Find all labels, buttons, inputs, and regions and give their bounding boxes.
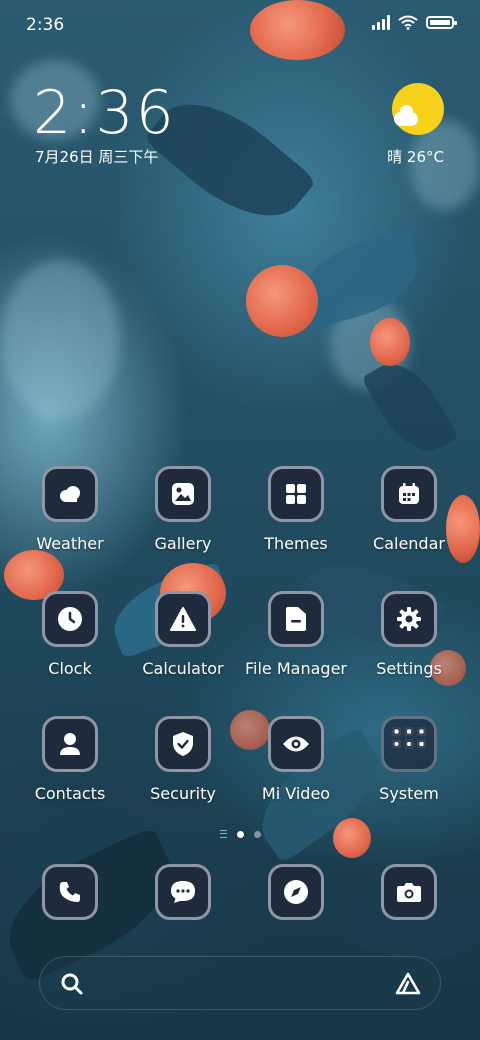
app-label: Calendar [373,534,445,553]
signal-icon [372,15,390,30]
dock-messages[interactable] [127,864,239,920]
status-time: 2:36 [26,15,65,35]
app-label: Gallery [154,534,212,553]
gallery-icon [155,466,211,522]
weather-icon [42,466,98,522]
page-dot[interactable] [253,830,261,838]
search-icon[interactable] [60,972,84,996]
assistant-icon[interactable] [394,971,422,997]
themes-icon [268,466,324,522]
app-clock[interactable]: Clock [14,591,126,678]
app-mi-video[interactable]: Mi Video [240,716,352,803]
app-settings[interactable]: Settings [353,591,465,678]
app-calendar[interactable]: Calendar [353,466,465,553]
clock-time[interactable]: 2:36 [33,78,176,148]
app-label: Security [150,784,216,803]
dock-phone[interactable] [14,864,126,920]
gear-icon [381,591,437,647]
dock-camera[interactable] [353,864,465,920]
eye-icon [268,716,324,772]
app-gallery[interactable]: Gallery [127,466,239,553]
person-icon [42,716,98,772]
page-indicator-feed[interactable] [219,830,227,838]
app-label: Clock [48,659,92,678]
dock-browser[interactable] [240,864,352,920]
app-label: File Manager [245,659,347,678]
app-label: Themes [264,534,328,553]
app-weather[interactable]: Weather [14,466,126,553]
app-file-manager[interactable]: File Manager [240,591,352,678]
app-label: Weather [36,534,104,553]
wifi-icon [398,15,418,30]
folder-grid-icon [381,716,437,772]
compass-icon [268,864,324,920]
cloud-icon [394,105,418,126]
weather-text: 晴 26°C [387,148,444,166]
app-label: Calculator [142,659,224,678]
status-icons [372,15,457,30]
app-label: Settings [376,659,442,678]
app-calculator[interactable]: Calculator [127,591,239,678]
app-label: Mi Video [261,784,331,803]
app-contacts[interactable]: Contacts [14,716,126,803]
page-indicator[interactable] [0,830,480,838]
shield-icon [155,716,211,772]
app-label: System [379,784,439,803]
message-icon [155,864,211,920]
folder-icon [268,591,324,647]
phone-icon [42,864,98,920]
search-bar[interactable] [39,956,441,1010]
app-themes[interactable]: Themes [240,466,352,553]
page-dot-active[interactable] [236,830,244,838]
status-bar: 2:36 [0,0,480,50]
clock-date: 7月26日 周三下午 [35,148,159,166]
folder-system[interactable]: System [353,716,465,803]
warning-icon [155,591,211,647]
calendar-icon [381,466,437,522]
app-security[interactable]: Security [127,716,239,803]
clock-icon [42,591,98,647]
camera-icon [381,864,437,920]
app-label: Contacts [34,784,106,803]
battery-icon [426,16,457,29]
